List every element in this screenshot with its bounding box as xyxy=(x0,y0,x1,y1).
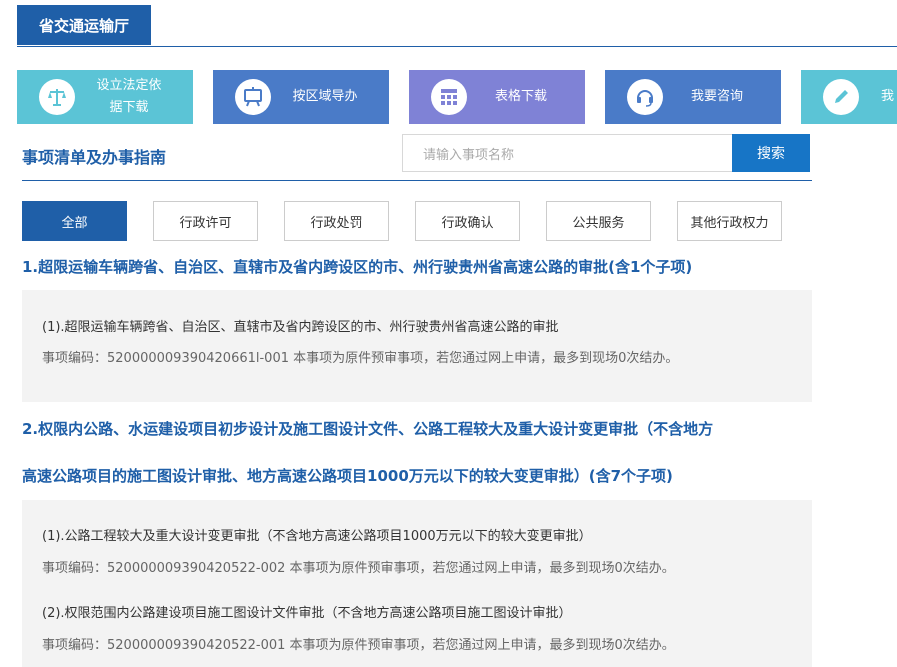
item-title-2-line2[interactable]: 高速公路项目的施工图设计审批、地方高速公路项目1000万元以下的较大变更审批）(… xyxy=(22,463,673,489)
filter-all[interactable]: 全部 xyxy=(22,201,127,241)
tile-label: 表格下载 xyxy=(494,89,547,104)
section-title: 事项清单及办事指南 xyxy=(22,148,167,167)
category-filters: 全部 行政许可 行政处罚 行政确认 公共服务 其他行政权力 xyxy=(22,201,812,241)
filter-administrative-license[interactable]: 行政许可 xyxy=(153,201,258,241)
subitem-meta: 事项编码：520000009390420661l-001 本事项为原件预审事项，… xyxy=(42,351,679,366)
tile-label: 设立法定依 据下载 xyxy=(75,75,193,119)
filter-administrative-penalty[interactable]: 行政处罚 xyxy=(284,201,389,241)
top-header: 省交通运输厅 xyxy=(17,0,897,47)
scales-icon xyxy=(39,79,75,115)
page-title: 省交通运输厅 xyxy=(17,5,151,45)
grid-icon xyxy=(431,79,467,115)
section-divider xyxy=(22,180,812,181)
partial-tile[interactable]: 我 xyxy=(801,70,897,124)
item-title-2-line1[interactable]: 2.权限内公路、水运建设项目初步设计及施工图设计文件、公路工程较大及重大设计变更… xyxy=(22,416,713,442)
tile-label: 按区域导办 xyxy=(292,89,358,104)
tile-label-line1: 设立法定依 xyxy=(96,78,162,93)
quick-access-tiles: 设立法定依 据下载 按区域导办 表格下载 我要咨询 我 xyxy=(17,70,897,124)
consultation-tile[interactable]: 我要咨询 xyxy=(605,70,781,124)
subitem-meta: 事项编码：520000009390420522-002 本事项为原件预审事项，若… xyxy=(42,561,675,576)
filter-other-administrative-power[interactable]: 其他行政权力 xyxy=(677,201,782,241)
form-download-tile[interactable]: 表格下载 xyxy=(409,70,585,124)
pencil-icon xyxy=(823,79,859,115)
tile-label-line2: 据下载 xyxy=(109,100,149,115)
subitem-name[interactable]: (2).权限范围内公路建设项目施工图设计文件审批（不含地方高速公路项目施工图设计… xyxy=(42,602,572,621)
search-button[interactable]: 搜索 xyxy=(732,134,810,172)
easel-icon xyxy=(235,79,271,115)
item-2-subitems: (1).公路工程较大及重大设计变更审批（不含地方高速公路项目1000万元以下的较… xyxy=(22,500,812,667)
filter-administrative-confirmation[interactable]: 行政确认 xyxy=(415,201,520,241)
search-input[interactable]: 请输入事项名称 xyxy=(402,134,732,172)
tile-label: 我 xyxy=(881,89,895,104)
tile-label: 我要咨询 xyxy=(690,89,743,104)
headset-icon xyxy=(627,79,663,115)
guide-by-region-tile[interactable]: 按区域导办 xyxy=(213,70,389,124)
subitem-name[interactable]: (1).超限运输车辆跨省、自治区、直辖市及省内跨设区的市、州行驶贵州省高速公路的… xyxy=(42,316,559,335)
filter-public-service[interactable]: 公共服务 xyxy=(546,201,651,241)
legal-basis-download-tile[interactable]: 设立法定依 据下载 xyxy=(17,70,193,124)
item-title-1[interactable]: 1.超限运输车辆跨省、自治区、直辖市及省内跨设区的市、州行驶贵州省高速公路的审批… xyxy=(22,254,692,280)
item-1-subitems: (1).超限运输车辆跨省、自治区、直辖市及省内跨设区的市、州行驶贵州省高速公路的… xyxy=(22,290,812,402)
subitem-meta: 事项编码：520000009390420522-001 本事项为原件预审事项，若… xyxy=(42,638,675,653)
subitem-name[interactable]: (1).公路工程较大及重大设计变更审批（不含地方高速公路项目1000万元以下的较… xyxy=(42,525,592,544)
search-bar: 请输入事项名称 搜索 xyxy=(402,134,810,174)
